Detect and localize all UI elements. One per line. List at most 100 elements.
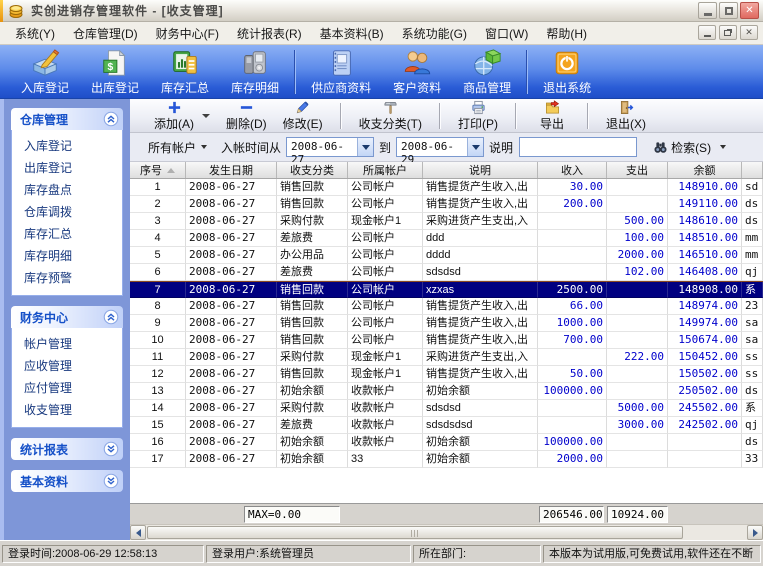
sidebar-item[interactable]: 库存汇总 <box>12 223 122 245</box>
date-from-select[interactable]: 2008-06-27 <box>286 137 374 157</box>
scroll-left-button[interactable] <box>130 525 146 540</box>
sidebar-item[interactable]: 出库登记 <box>12 157 122 179</box>
menu-item[interactable]: 帮助(H) <box>537 22 596 45</box>
horizontal-scrollbar[interactable] <box>130 524 763 540</box>
table-row[interactable]: 162008-06-27初始余额收款帐户初始余额100000.00ds <box>130 434 763 451</box>
toolbar-button[interactable]: 客户资料 <box>382 47 452 97</box>
toolbar-button[interactable]: 库存明细 <box>220 47 290 97</box>
table-row[interactable]: 112008-06-27采购付款现金帐户1采购进货产生支出,入222.00150… <box>130 349 763 366</box>
date-to-select[interactable]: 2008-06-29 <box>396 137 484 157</box>
sidebar-item[interactable]: 仓库调拨 <box>12 201 122 223</box>
table-row[interactable]: 42008-06-27差旅费公司帐户ddd100.00148510.00mm <box>130 230 763 247</box>
toolbar-button[interactable]: 添加(A) <box>146 99 202 133</box>
column-header[interactable]: 序号 <box>130 162 186 178</box>
mdi-close-button[interactable]: ✕ <box>740 25 758 40</box>
maximize-button[interactable] <box>719 2 738 19</box>
cell: 销售回款 <box>277 282 348 298</box>
column-header[interactable]: 收入 <box>538 162 607 178</box>
cell <box>538 417 607 434</box>
menu-item[interactable]: 统计报表(R) <box>228 22 311 45</box>
column-header[interactable]: 余额 <box>668 162 742 178</box>
account-filter-button[interactable]: 所有帐户 <box>148 139 196 156</box>
cell: 采购进货产生支出,入 <box>423 213 538 230</box>
search-button[interactable]: 检索(S) <box>653 139 726 156</box>
sidebar-item[interactable]: 应付管理 <box>12 377 122 399</box>
table-row[interactable]: 132008-06-27初始余额收款帐户初始余额100000.00250502.… <box>130 383 763 400</box>
column-header[interactable]: 收支分类 <box>277 162 348 178</box>
date-to-dropdown-button[interactable] <box>467 138 483 156</box>
table-row[interactable]: 172008-06-27初始余额33初始余额2000.0033 <box>130 451 763 468</box>
close-button[interactable]: ✕ <box>740 2 759 19</box>
menu-item[interactable]: 窗口(W) <box>476 22 537 45</box>
mdi-minimize-button[interactable] <box>698 25 716 40</box>
table-row[interactable]: 92008-06-27销售回款公司帐户销售提货产生收入,出1000.001499… <box>130 315 763 332</box>
sidebar-section-header[interactable]: 统计报表 <box>11 438 123 460</box>
table-row[interactable]: 152008-06-27差旅费收款帐户sdsdsdsd3000.00242502… <box>130 417 763 434</box>
cell: 2008-06-27 <box>186 315 277 332</box>
menu-item[interactable]: 系统功能(G) <box>393 22 476 45</box>
cell: 公司帐户 <box>348 315 423 332</box>
table-row[interactable]: 72008-06-27销售回款公司帐户xzxas2500.00148908.00… <box>130 281 763 298</box>
cell: ddd <box>423 230 538 247</box>
minimize-button[interactable] <box>698 2 717 19</box>
toolbar-button[interactable]: 退出系统 <box>532 47 602 97</box>
toolbar-button[interactable]: 入库登记 <box>10 47 80 97</box>
date-from-dropdown-button[interactable] <box>357 138 373 156</box>
toolbar-button[interactable]: 供应商资料 <box>300 47 382 97</box>
dropdown-arrow-icon[interactable] <box>202 114 210 118</box>
toolbar-button[interactable]: $出库登记 <box>80 47 150 97</box>
menu-item[interactable]: 仓库管理(D) <box>64 22 147 45</box>
toolbar-button[interactable]: 收支分类(T) <box>351 99 430 133</box>
toolbar-button[interactable]: 退出(X) <box>598 99 654 133</box>
sidebar-item[interactable]: 库存预警 <box>12 267 122 289</box>
toolbar-button[interactable]: 导出 <box>526 99 578 133</box>
chevron-down-icon[interactable] <box>103 441 119 457</box>
toolbar-button[interactable]: 商品管理 <box>452 47 522 97</box>
menu-item[interactable]: 基本资料(B) <box>311 22 393 45</box>
cell: sdsdsd <box>423 264 538 281</box>
column-header[interactable]: 所属帐户 <box>348 162 423 178</box>
column-header[interactable]: 发生日期 <box>186 162 277 178</box>
sidebar-item[interactable]: 入库登记 <box>12 135 122 157</box>
date-to-label: 到 <box>379 139 391 156</box>
sidebar-item[interactable]: 应收管理 <box>12 355 122 377</box>
menu-item[interactable]: 系统(Y) <box>6 22 64 45</box>
menu-item[interactable]: 财务中心(F) <box>147 22 228 45</box>
table-row[interactable]: 62008-06-27差旅费公司帐户sdsdsd102.00146408.00q… <box>130 264 763 281</box>
cell <box>607 451 668 468</box>
table-row[interactable]: 32008-06-27采购付款现金帐户1采购进货产生支出,入500.001486… <box>130 213 763 230</box>
mdi-restore-button[interactable] <box>719 25 737 40</box>
chevron-up-icon[interactable] <box>103 309 119 325</box>
toolbar-button[interactable]: 删除(D) <box>218 99 275 133</box>
scroll-right-button[interactable] <box>747 525 763 540</box>
sidebar-section-header[interactable]: 基本资料 <box>11 470 123 492</box>
cell: mm <box>742 247 763 264</box>
table-row[interactable]: 122008-06-27销售回款现金帐户1销售提货产生收入,出50.001505… <box>130 366 763 383</box>
description-input[interactable] <box>519 137 637 157</box>
cell: 50.00 <box>538 366 607 383</box>
sidebar-item[interactable]: 帐户管理 <box>12 333 122 355</box>
scrollbar-thumb[interactable] <box>147 526 683 539</box>
toolbar-button[interactable]: 打印(P) <box>450 99 506 133</box>
column-header[interactable]: 支出 <box>607 162 668 178</box>
table-row[interactable]: 82008-06-27销售回款公司帐户销售提货产生收入,出66.00148974… <box>130 298 763 315</box>
account-filter-arrow-icon[interactable] <box>201 145 207 149</box>
table-row[interactable]: 142008-06-27采购付款收款帐户sdsdsd5000.00245502.… <box>130 400 763 417</box>
sidebar-item[interactable]: 收支管理 <box>12 399 122 421</box>
table-row[interactable]: 12008-06-27销售回款公司帐户销售提货产生收入,出30.00148910… <box>130 179 763 196</box>
table-row[interactable]: 52008-06-27办公用品公司帐户dddd2000.00146510.00m… <box>130 247 763 264</box>
toolbar-button[interactable]: 库存汇总 <box>150 47 220 97</box>
sidebar-item[interactable]: 库存明细 <box>12 245 122 267</box>
sidebar-section-header[interactable]: 仓库管理 <box>11 108 123 130</box>
sidebar-section-header[interactable]: 财务中心 <box>11 306 123 328</box>
sidebar-item[interactable]: 库存盘点 <box>12 179 122 201</box>
cell: 148908.00 <box>668 282 742 298</box>
column-header[interactable]: 说明 <box>423 162 538 178</box>
table-row[interactable]: 22008-06-27销售回款公司帐户销售提货产生收入,出200.0014911… <box>130 196 763 213</box>
search-options-arrow-icon[interactable] <box>720 145 726 149</box>
table-row[interactable]: 102008-06-27销售回款公司帐户销售提货产生收入,出700.001506… <box>130 332 763 349</box>
toolbar-button-label: 供应商资料 <box>311 79 371 96</box>
toolbar-button[interactable]: 修改(E) <box>275 99 331 133</box>
chevron-up-icon[interactable] <box>103 111 119 127</box>
chevron-down-icon[interactable] <box>103 473 119 489</box>
